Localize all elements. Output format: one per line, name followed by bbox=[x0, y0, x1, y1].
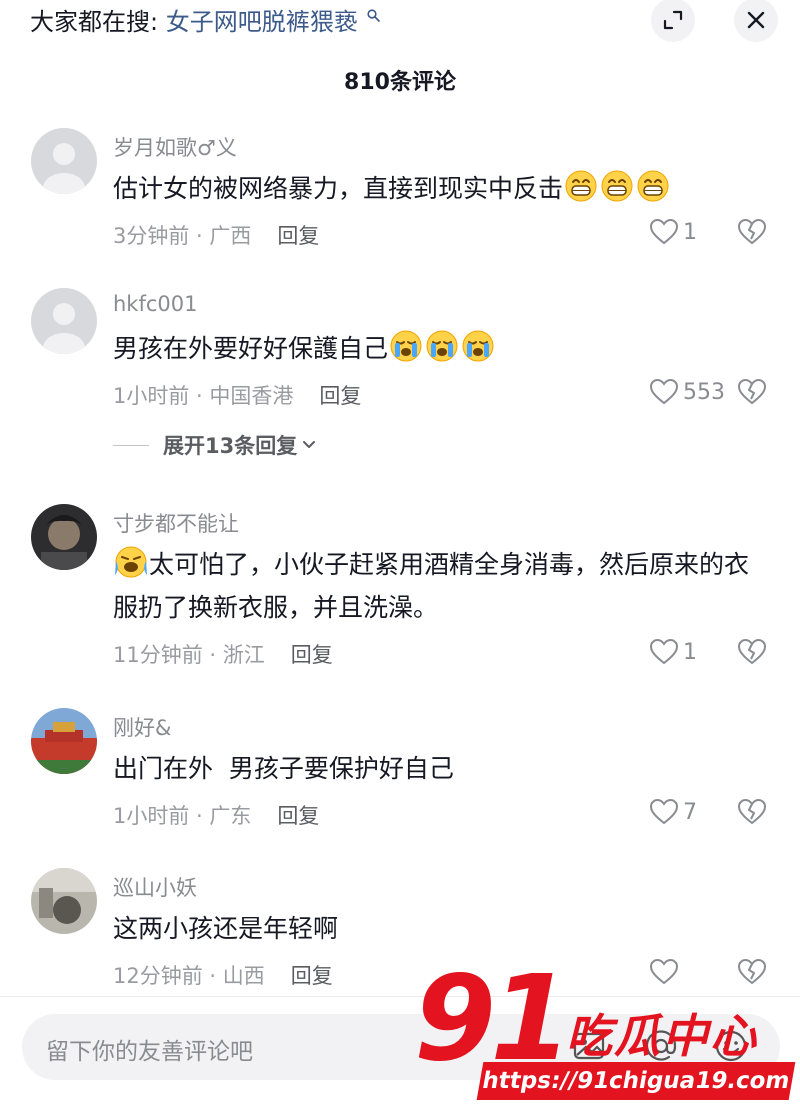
close-icon bbox=[747, 11, 765, 29]
broken-heart-icon bbox=[737, 378, 767, 405]
image-icon[interactable] bbox=[570, 1027, 608, 1069]
comment-text: 估计女的被网络暴力，直接到现实中反击 bbox=[113, 167, 753, 210]
dislike-button[interactable] bbox=[737, 218, 767, 246]
comment-input[interactable]: 留下你的友善评论吧 bbox=[22, 1014, 780, 1080]
dislike-button[interactable] bbox=[737, 638, 767, 666]
default-avatar-icon bbox=[31, 128, 97, 194]
avatar[interactable] bbox=[31, 288, 97, 354]
comment-time-location: 1小时前 · 广东 bbox=[113, 804, 252, 828]
broken-heart-icon bbox=[737, 218, 767, 245]
comment-meta: 11分钟前 · 浙江 回复 bbox=[113, 639, 333, 669]
comment-text: 这两小孩还是年轻啊 bbox=[113, 907, 753, 950]
avatar[interactable] bbox=[31, 708, 97, 774]
close-button[interactable] bbox=[734, 0, 778, 42]
expand-replies-label: 展开13条回复 bbox=[163, 434, 298, 458]
search-prefix: 大家都在搜: bbox=[30, 8, 159, 36]
emoji-icon[interactable] bbox=[712, 1027, 750, 1069]
like-button[interactable]: 1 bbox=[649, 638, 697, 666]
user-avatar-photo bbox=[31, 868, 97, 934]
comment-text-content: 男孩在外要好好保護自己 bbox=[113, 334, 389, 363]
comment-text-content: 这两小孩还是年轻啊 bbox=[113, 914, 339, 943]
comment-text: 男孩在外要好好保護自己 bbox=[113, 327, 753, 370]
like-button[interactable]: 1 bbox=[649, 218, 697, 246]
comment-time-location: 12分钟前 · 山西 bbox=[113, 964, 265, 988]
search-keyword-link[interactable]: 女子网吧脱裤猥亵 bbox=[166, 8, 358, 36]
heart-icon bbox=[649, 958, 679, 985]
comment-meta: 1小时前 · 广东 回复 bbox=[113, 800, 319, 830]
dislike-button[interactable] bbox=[737, 958, 767, 986]
reply-button[interactable]: 回复 bbox=[319, 384, 361, 408]
heart-icon bbox=[649, 218, 679, 245]
reply-button[interactable]: 回复 bbox=[277, 804, 319, 828]
heart-icon bbox=[649, 378, 679, 405]
broken-heart-icon bbox=[737, 798, 767, 825]
user-avatar-photo bbox=[31, 504, 97, 570]
broken-heart-icon bbox=[737, 638, 767, 665]
grin-emoji-icon bbox=[636, 169, 670, 203]
search-icon bbox=[367, 8, 381, 26]
comment-time-location: 3分钟前 · 广西 bbox=[113, 224, 252, 248]
comment-text: 太可怕了，小伙子赶紧用酒精全身消毒，然后原来的衣服扔了换新衣服，并且洗澡。 bbox=[113, 543, 753, 629]
comment-time-location: 1小时前 · 中国香港 bbox=[113, 384, 294, 408]
grin-emoji-icon bbox=[564, 169, 598, 203]
username[interactable]: hkfc001 bbox=[113, 292, 198, 316]
user-avatar-photo bbox=[31, 708, 97, 774]
mention-icon[interactable] bbox=[642, 1027, 680, 1069]
dislike-button[interactable] bbox=[737, 378, 767, 406]
like-button[interactable] bbox=[649, 958, 683, 986]
like-count: 7 bbox=[683, 799, 697, 825]
expand-icon bbox=[663, 10, 683, 30]
like-button[interactable]: 553 bbox=[649, 378, 725, 406]
username[interactable]: 刚好& bbox=[113, 712, 171, 742]
avatar[interactable] bbox=[31, 128, 97, 194]
comment-text: 出门在外 男孩子要保护好自己 bbox=[113, 747, 753, 790]
crying-emoji-icon bbox=[461, 329, 495, 363]
chevron-down-icon bbox=[303, 441, 316, 448]
heart-icon bbox=[649, 638, 679, 665]
default-avatar-icon bbox=[31, 288, 97, 354]
username[interactable]: 岁月如歌♂义 bbox=[113, 132, 237, 162]
avatar[interactable] bbox=[31, 504, 97, 570]
comment-count: 810条评论 bbox=[344, 70, 456, 95]
crying-emoji-icon bbox=[389, 329, 423, 363]
grin-emoji-icon bbox=[600, 169, 634, 203]
heart-icon bbox=[649, 798, 679, 825]
comment-text-content: 太可怕了，小伙子赶紧用酒精全身消毒，然后原来的衣服扔了换新衣服，并且洗澡。 bbox=[113, 550, 750, 622]
divider-line bbox=[113, 444, 149, 446]
like-button[interactable]: 7 bbox=[649, 798, 697, 826]
divider bbox=[0, 996, 800, 997]
username[interactable]: 寸步都不能让 bbox=[113, 508, 239, 538]
username[interactable]: 巡山小妖 bbox=[113, 872, 197, 902]
reply-button[interactable]: 回复 bbox=[291, 964, 333, 988]
comment-text-content: 出门在外 男孩子要保护好自己 bbox=[113, 754, 454, 783]
like-count: 1 bbox=[683, 639, 697, 665]
dislike-button[interactable] bbox=[737, 798, 767, 826]
comment-input-placeholder: 留下你的友善评论吧 bbox=[46, 1039, 253, 1065]
comment-time-location: 11分钟前 · 浙江 bbox=[113, 643, 265, 667]
comment-meta: 12分钟前 · 山西 回复 bbox=[113, 960, 333, 990]
top-bar: 大家都在搜: 女子网吧脱裤猥亵 bbox=[0, 0, 800, 45]
trending-search[interactable]: 大家都在搜: 女子网吧脱裤猥亵 bbox=[30, 2, 381, 37]
comment-meta: 3分钟前 · 广西 回复 bbox=[113, 220, 319, 250]
comment-meta: 1小时前 · 中国香港 回复 bbox=[113, 380, 361, 410]
expand-fullscreen-button[interactable] bbox=[651, 0, 695, 42]
broken-heart-icon bbox=[737, 958, 767, 985]
like-count: 1 bbox=[683, 219, 697, 245]
crying-emoji-icon bbox=[425, 329, 459, 363]
loudly-crying-emoji-icon bbox=[114, 545, 148, 579]
avatar[interactable] bbox=[31, 868, 97, 934]
reply-button[interactable]: 回复 bbox=[277, 224, 319, 248]
like-count: 553 bbox=[683, 379, 725, 405]
expand-replies-button[interactable]: 展开13条回复 bbox=[113, 430, 317, 460]
comment-text-content: 估计女的被网络暴力，直接到现实中反击 bbox=[113, 174, 564, 203]
reply-button[interactable]: 回复 bbox=[291, 643, 333, 667]
